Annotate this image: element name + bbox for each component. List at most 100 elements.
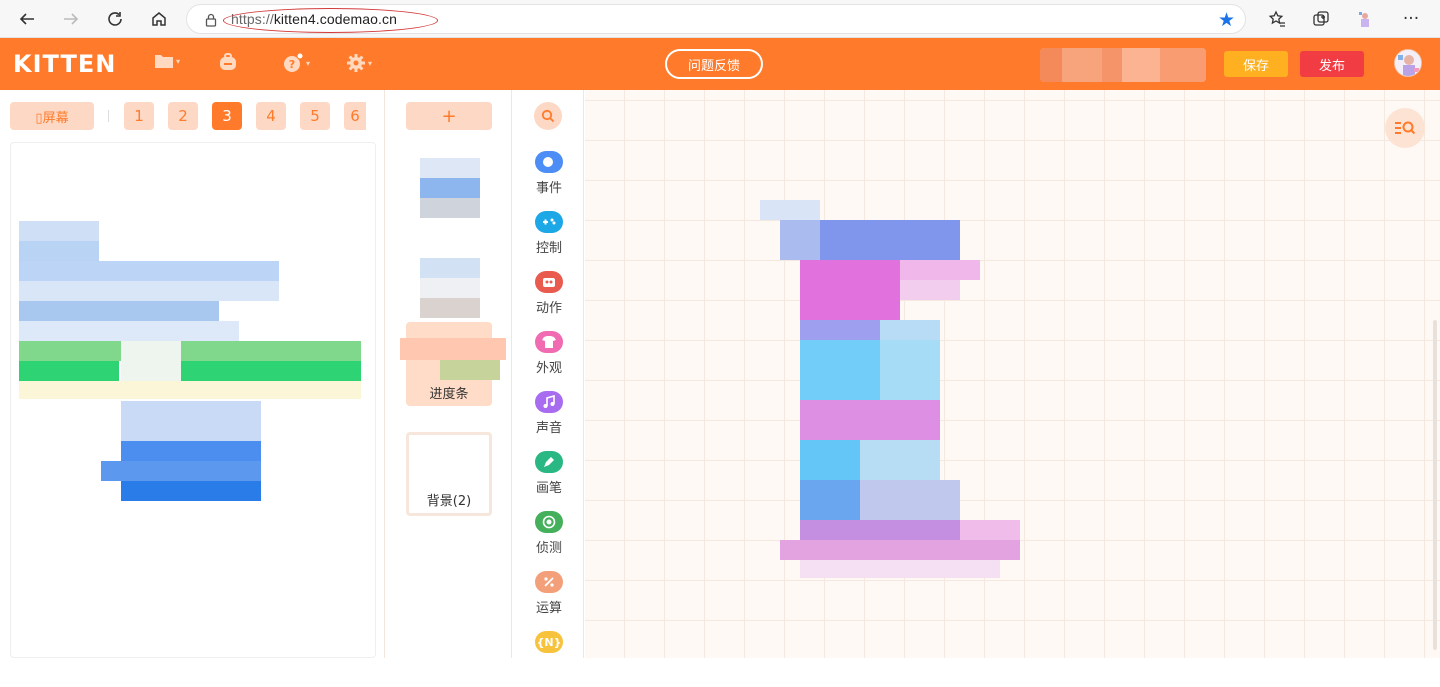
actor-thumbnail: [440, 360, 500, 380]
gear-icon: [347, 54, 365, 72]
stage-pixel-block: [19, 301, 219, 321]
code-block: [760, 200, 820, 220]
chevron-down-icon: ▾: [368, 58, 373, 68]
stage-pixel-block: [121, 401, 261, 441]
actor-thumbnail: [420, 258, 480, 278]
add-actor-button[interactable]: +: [406, 102, 492, 130]
category-toggle-icon[interactable]: 事件: [512, 151, 584, 207]
screen-tab-4[interactable]: 4: [256, 102, 286, 130]
help-icon: ?: [284, 53, 304, 72]
chevron-down-icon: ▾: [176, 56, 181, 66]
favorites-list-icon[interactable]: [1264, 6, 1290, 32]
stage-pixel-block: [19, 321, 239, 341]
screen-tab-6[interactable]: 6: [344, 102, 366, 130]
screen-tab-2[interactable]: 2: [168, 102, 198, 130]
code-block: [800, 320, 880, 340]
stage-pixel-block: [101, 461, 261, 481]
category-robot-icon[interactable]: 动作: [512, 271, 584, 327]
stage-pixel-block: [19, 281, 279, 301]
actor-thumbnail: [420, 298, 480, 318]
screen-tabs: ▯屏幕 1 2 3 4 5 6: [0, 90, 385, 142]
screen-tab-5[interactable]: 5: [300, 102, 330, 130]
code-block: [860, 480, 960, 520]
category-pen-icon[interactable]: 画笔: [512, 451, 584, 507]
screen-tab-3[interactable]: 3: [212, 102, 242, 130]
actor-card[interactable]: 背景(2): [406, 432, 492, 516]
screen-tab-1[interactable]: 1: [124, 102, 154, 130]
category-label: 事件: [535, 181, 562, 196]
lock-icon: [205, 12, 217, 31]
file-menu[interactable]: ▾: [154, 53, 180, 69]
category-label: 画笔: [535, 481, 562, 496]
actor-thumbnail: [420, 278, 480, 298]
save-button[interactable]: 保存: [1224, 51, 1288, 77]
toggle-icon: [535, 151, 563, 173]
workspace-scrollbar[interactable]: [1433, 320, 1437, 650]
category-variable-icon[interactable]: {N}: [512, 631, 584, 687]
stage-pixel-block: [19, 261, 279, 281]
actor-card[interactable]: [406, 236, 492, 320]
screen-panel: ▯屏幕 1 2 3 4 5 6: [0, 90, 385, 658]
favorite-star-icon[interactable]: ★: [1218, 9, 1235, 31]
code-block: [800, 560, 1000, 578]
actor-card-selected[interactable]: 进度条: [400, 322, 506, 406]
folder-icon: [155, 55, 173, 68]
address-bar[interactable]: https://kitten4.codemao.cn ★: [186, 4, 1246, 34]
stage-pixel-block: [19, 341, 361, 361]
category-target-icon[interactable]: 侦测: [512, 511, 584, 567]
stage-pixel-block: [19, 241, 99, 261]
forward-icon[interactable]: [58, 6, 84, 32]
back-icon[interactable]: [14, 6, 40, 32]
actor-thumbnail: [400, 338, 506, 360]
category-music-icon[interactable]: 声音: [512, 391, 584, 447]
settings-menu[interactable]: ▾: [346, 53, 372, 73]
stage-pixel-block: [19, 361, 119, 381]
variable-icon: {N}: [535, 631, 563, 653]
more-menu-icon[interactable]: ···: [1398, 6, 1424, 32]
music-icon: [535, 391, 563, 413]
code-block: [800, 400, 940, 440]
stage-pixel-block: [19, 221, 99, 241]
code-workspace[interactable]: [585, 90, 1440, 658]
svg-text:?: ?: [289, 58, 295, 71]
reload-icon[interactable]: [102, 6, 128, 32]
publish-button[interactable]: 发布: [1300, 51, 1364, 77]
project-name-field[interactable]: [1040, 48, 1206, 82]
code-block: [780, 220, 820, 260]
math-icon: [535, 571, 563, 593]
avatar[interactable]: [1394, 49, 1422, 77]
search-icon: [541, 109, 555, 123]
code-block: [900, 260, 980, 280]
help-menu[interactable]: ? ▾: [282, 53, 310, 73]
code-block: [880, 320, 940, 340]
category-gamepad-icon[interactable]: 控制: [512, 211, 584, 267]
collections-icon[interactable]: [1308, 6, 1334, 32]
stage-pixel-block: [19, 381, 361, 399]
actor-thumbnail: [420, 158, 480, 178]
pen-icon: [535, 451, 563, 473]
shirt-icon: [535, 331, 563, 353]
workspace-tool-button[interactable]: [1385, 108, 1425, 148]
stage-pixel-block: [181, 361, 361, 381]
category-label: 侦测: [535, 541, 562, 556]
block-search-button[interactable]: [534, 102, 562, 130]
stage-preview[interactable]: [10, 142, 376, 658]
backpack-button[interactable]: [218, 53, 238, 71]
screen-toggle-button[interactable]: ▯屏幕: [10, 102, 94, 130]
chevron-down-icon: ▾: [306, 58, 311, 68]
actor-card[interactable]: [406, 146, 492, 230]
category-math-icon[interactable]: 运算: [512, 571, 584, 627]
category-label: 动作: [535, 301, 562, 316]
search-list-icon: [1395, 121, 1416, 135]
category-shirt-icon[interactable]: 外观: [512, 331, 584, 387]
code-block: [880, 340, 940, 400]
actor-thumbnail: [420, 178, 480, 198]
url-annotation-ellipse: [223, 8, 438, 33]
stage-pixel-block: [121, 441, 261, 461]
stage-pixel-block: [121, 481, 261, 501]
profile-extension-icon[interactable]: [1352, 6, 1378, 32]
home-icon[interactable]: [146, 6, 172, 32]
code-block: [800, 520, 960, 540]
code-block: [800, 340, 880, 400]
feedback-button[interactable]: 问题反馈: [665, 49, 763, 79]
